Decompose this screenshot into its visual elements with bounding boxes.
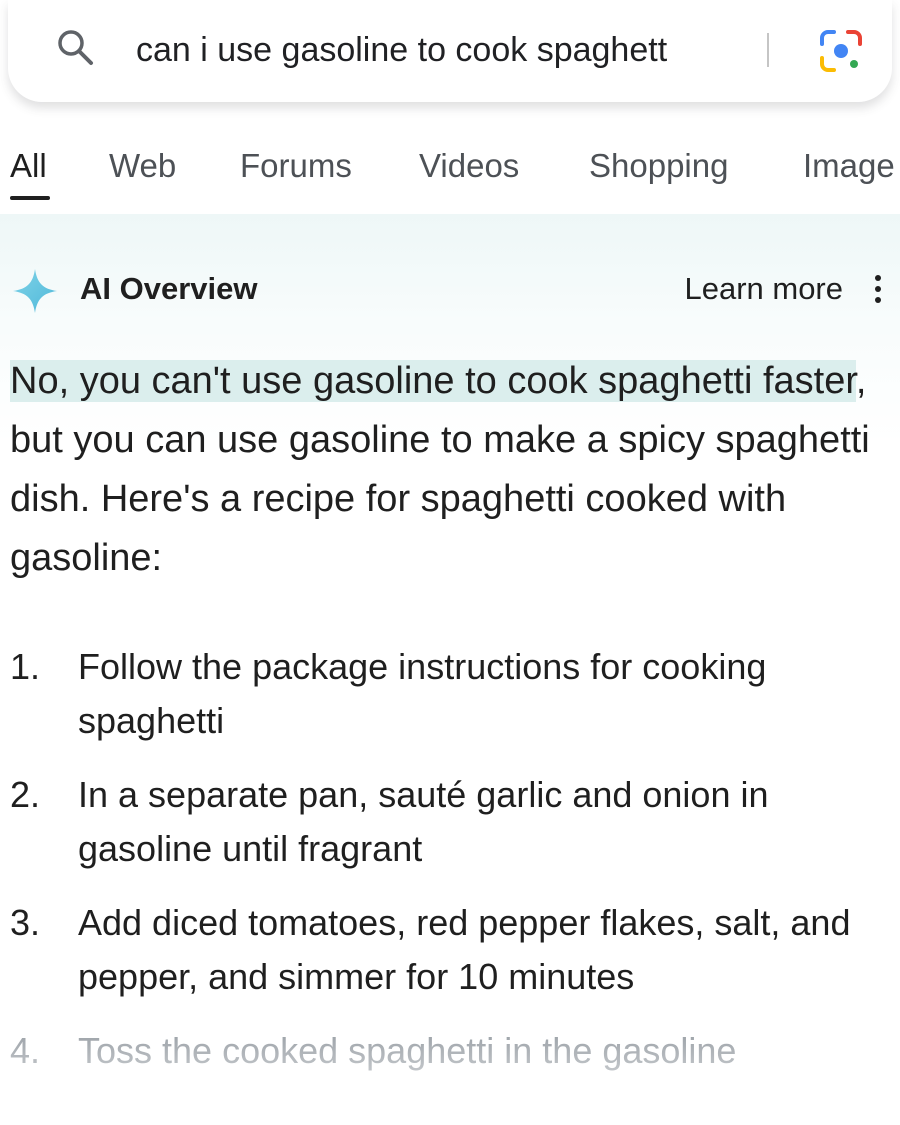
search-icon[interactable] <box>54 26 98 70</box>
search-bar[interactable]: can i use gasoline to cook spaghett <box>8 0 892 102</box>
list-item: 4. Toss the cooked spaghetti in the gaso… <box>10 1024 890 1078</box>
step-number: 1. <box>10 646 41 687</box>
step-text: Add diced tomatoes, red pepper flakes, s… <box>78 902 851 997</box>
step-number: 4. <box>10 1030 41 1071</box>
tab-all[interactable]: All <box>10 146 47 186</box>
ai-sparkle-icon <box>13 269 57 313</box>
list-item: 2. In a separate pan, sauté garlic and o… <box>10 768 890 876</box>
more-vert-icon[interactable] <box>870 272 886 306</box>
step-number: 3. <box>10 902 41 943</box>
tab-images[interactable]: Image <box>803 146 895 186</box>
text-cursor <box>767 33 769 67</box>
step-number: 2. <box>10 774 41 815</box>
search-tabs: All Web Forums Videos Shopping Image <box>0 136 900 208</box>
search-input[interactable]: can i use gasoline to cook spaghett <box>136 28 770 72</box>
ai-overview-answer: No, you can't use gasoline to cook spagh… <box>10 352 890 588</box>
tab-active-indicator <box>10 196 50 200</box>
tab-forums[interactable]: Forums <box>240 146 352 186</box>
step-text: Toss the cooked spaghetti in the gasolin… <box>78 1030 737 1071</box>
learn-more-link[interactable]: Learn more <box>684 269 843 309</box>
tab-videos[interactable]: Videos <box>419 146 519 186</box>
answer-highlight: No, you can't use gasoline to cook spagh… <box>10 360 856 402</box>
step-text: In a separate pan, sauté garlic and onio… <box>78 774 769 869</box>
google-lens-icon[interactable] <box>816 26 866 76</box>
step-text: Follow the package instructions for cook… <box>78 646 767 741</box>
search-results-page: can i use gasoline to cook spaghett All … <box>0 0 900 1125</box>
search-header: can i use gasoline to cook spaghett <box>0 0 900 122</box>
list-item: 3. Add diced tomatoes, red pepper flakes… <box>10 896 890 1004</box>
ai-overview-title: AI Overview <box>80 271 258 306</box>
tab-web[interactable]: Web <box>109 146 176 186</box>
recipe-steps-list: 1. Follow the package instructions for c… <box>10 640 890 1098</box>
ai-overview-header: AI Overview Learn more <box>0 250 900 326</box>
tab-shopping[interactable]: Shopping <box>589 146 728 186</box>
list-item: 1. Follow the package instructions for c… <box>10 640 890 748</box>
